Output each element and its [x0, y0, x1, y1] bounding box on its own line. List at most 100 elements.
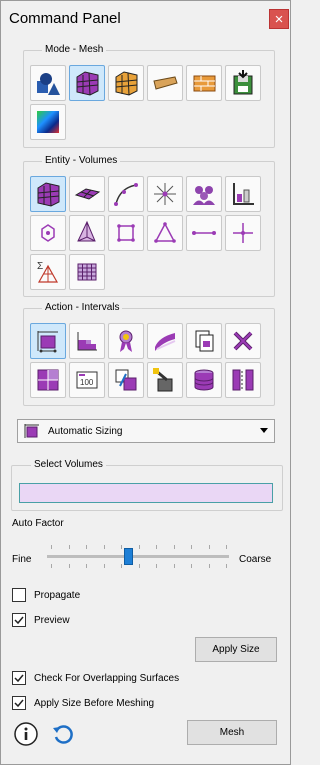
slider-tick: [156, 564, 157, 568]
reset-icon[interactable]: [51, 722, 75, 746]
slider-tick: [208, 564, 210, 568]
columns-icon: [232, 369, 254, 391]
command-panel: Command Panel × Mode - Mesh Entity - Vol…: [0, 0, 291, 765]
smooth-button[interactable]: [147, 323, 183, 359]
propagate-checkbox[interactable]: [12, 588, 26, 602]
apply-size-button[interactable]: Apply Size: [195, 637, 277, 662]
paint-icon: [153, 368, 173, 392]
tet-button[interactable]: [69, 215, 105, 251]
group-button[interactable]: [186, 176, 222, 212]
svg-text:100: 100: [80, 378, 94, 387]
surface-icon: [74, 188, 101, 200]
tet-icon: [77, 220, 96, 242]
curve-icon: [114, 183, 138, 206]
scheme-icon: [77, 332, 97, 351]
check-overlap-checkbox[interactable]: [12, 671, 26, 685]
slider-tick: [226, 545, 227, 549]
match-button[interactable]: [108, 362, 144, 398]
materials-icon: [153, 76, 178, 90]
check-overlap-label: Check For Overlapping Surfaces: [34, 673, 180, 684]
apply-before-checkbox[interactable]: [12, 696, 26, 710]
group-icon: [193, 186, 215, 205]
sum-button[interactable]: Σ: [30, 254, 66, 290]
auto-factor-slider-track[interactable]: [47, 555, 229, 558]
slider-tick: [68, 564, 70, 568]
slider-tick: [103, 545, 105, 549]
geometry-button[interactable]: [30, 65, 66, 101]
slider-tick: [86, 564, 87, 568]
quality-icon: [233, 183, 254, 205]
sizing-dropdown[interactable]: Automatic Sizing: [17, 419, 275, 443]
slider-tick: [121, 545, 122, 549]
copy-button[interactable]: [186, 323, 222, 359]
volume-button[interactable]: [30, 176, 66, 212]
surface-button[interactable]: [69, 176, 105, 212]
scheme-button[interactable]: [69, 323, 105, 359]
sum-icon: Σ: [37, 261, 59, 283]
close-button[interactable]: ×: [269, 9, 289, 29]
node-button[interactable]: [30, 215, 66, 251]
slider-tick: [103, 564, 105, 568]
action-group: Action - Intervals 100: [23, 302, 275, 406]
slider-tick: [156, 545, 157, 549]
paint-button[interactable]: [147, 362, 183, 398]
curve-button[interactable]: [108, 176, 144, 212]
select-volumes-input[interactable]: [19, 483, 273, 503]
entity-group-label: Entity - Volumes: [42, 155, 121, 166]
refine-button[interactable]: [30, 362, 66, 398]
mesh-button[interactable]: Mesh: [187, 720, 277, 745]
analysis-button[interactable]: [30, 104, 66, 140]
slider-tick: [121, 564, 122, 568]
edge-button[interactable]: [186, 215, 222, 251]
vertex-icon: [154, 183, 176, 205]
quality-button[interactable]: [225, 176, 261, 212]
interval-sizing-icon: [24, 424, 39, 438]
delete-button[interactable]: [225, 323, 261, 359]
refine-icon: [37, 369, 59, 391]
analysis-icon: [37, 111, 59, 133]
vertex-button[interactable]: [147, 176, 183, 212]
delete-icon: [233, 331, 253, 351]
count-button[interactable]: 100: [69, 362, 105, 398]
blocks-icon: [193, 75, 216, 92]
action-group-label: Action - Intervals: [42, 302, 123, 313]
volume-icon: [37, 182, 60, 207]
preview-checkbox[interactable]: [12, 613, 26, 627]
geometry-icon: [37, 73, 60, 95]
grid-icon: [77, 263, 97, 281]
mesh-button[interactable]: [69, 65, 105, 101]
checkmark-icon: [14, 674, 24, 683]
select-volumes-group: Select Volumes: [11, 459, 283, 511]
info-icon[interactable]: [13, 721, 39, 747]
ribbon-icon: [119, 330, 133, 352]
sphere-node-button[interactable]: [225, 215, 261, 251]
blocks-button[interactable]: [186, 65, 222, 101]
tri-icon: [154, 222, 176, 243]
auto-factor-slider-thumb[interactable]: [123, 548, 133, 565]
database-button[interactable]: [186, 362, 222, 398]
boundary-conditions-button[interactable]: [108, 65, 144, 101]
slider-tick: [173, 564, 175, 568]
chevron-down-icon: [260, 428, 268, 433]
smooth-icon: [155, 333, 176, 351]
svg-text:Σ: Σ: [37, 261, 43, 272]
count-icon: 100: [76, 371, 98, 389]
copy-icon: [195, 330, 214, 352]
fine-label: Fine: [12, 554, 32, 565]
auto-factor-label: Auto Factor: [12, 518, 64, 529]
materials-button[interactable]: [147, 65, 183, 101]
export-button[interactable]: [225, 65, 261, 101]
propagate-label: Propagate: [34, 590, 81, 601]
sphere-node-icon: [233, 223, 253, 243]
select-volumes-label: Select Volumes: [31, 459, 106, 470]
ribbon-button[interactable]: [108, 323, 144, 359]
slider-tick: [68, 545, 70, 549]
slider-tick: [86, 545, 87, 549]
quad-button[interactable]: [108, 215, 144, 251]
intervals-button[interactable]: [30, 323, 66, 359]
tri-button[interactable]: [147, 215, 183, 251]
action-tool-grid: 100: [30, 323, 261, 398]
slider-tick: [138, 564, 140, 568]
grid-button[interactable]: [69, 254, 105, 290]
columns-button[interactable]: [225, 362, 261, 398]
